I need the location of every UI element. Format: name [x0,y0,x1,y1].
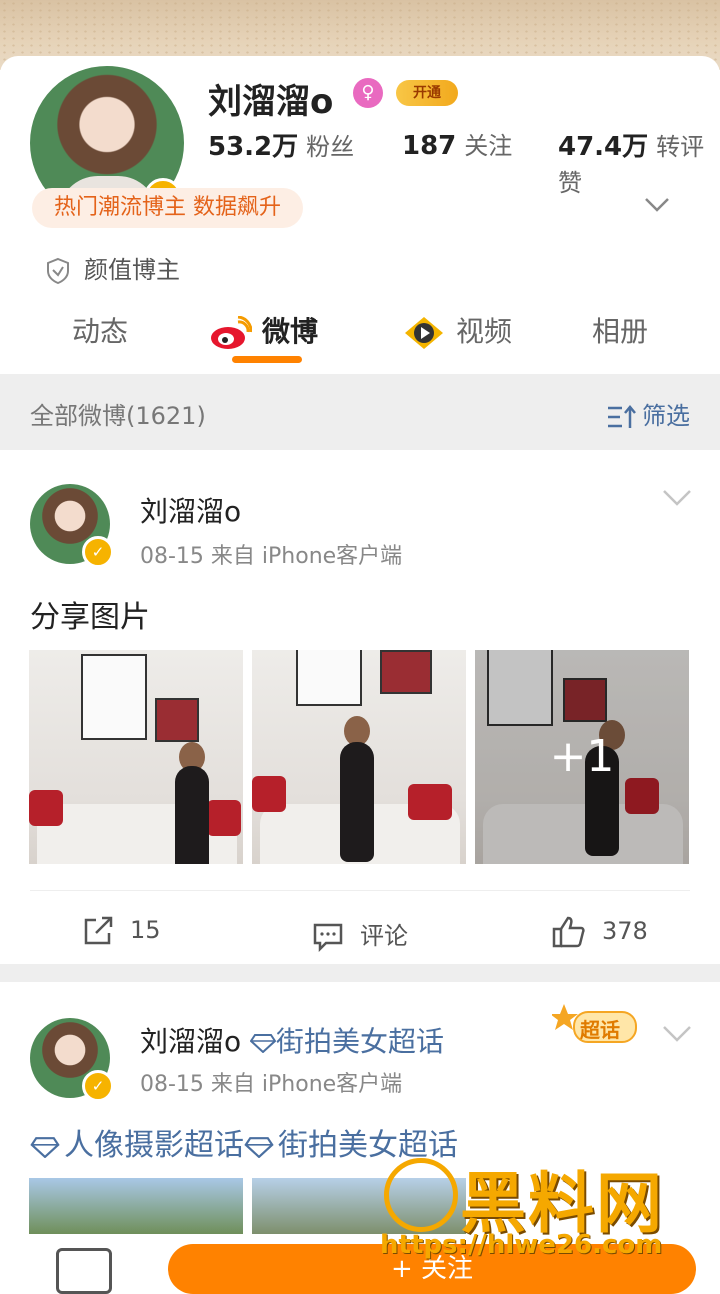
topic-link[interactable]: 人像摄影超话 [30,1128,244,1163]
post-topics: 人像摄影超话 街拍美女超话 [30,1120,458,1164]
followers-stat[interactable]: 53.2万 粉丝 [208,126,354,163]
active-tab-indicator [232,356,302,363]
vip-open-badge[interactable]: 开通 [396,80,458,106]
thumbs-up-icon [552,916,585,948]
repost-count: 15 [130,916,161,944]
likes-stat[interactable]: 47.4万 转评赞 [558,126,720,198]
filter-label: 筛选 [642,402,690,430]
category-tag-label: 颜值博主 [84,256,180,284]
post-author-line: 刘溜溜o 街拍美女超话 [140,1020,444,1060]
tab-video[interactable]: 视频 [404,310,512,350]
topic-link[interactable]: 街拍美女超话 [244,1128,458,1163]
tab-dynamics[interactable]: 动态 [72,310,128,350]
filter-icon [608,405,636,428]
tab-weibo-label: 微博 [262,315,319,348]
post-author-name[interactable]: 刘溜溜o [140,1025,241,1058]
hot-blogger-tag[interactable]: 热门潮流博主 数据飙升 [32,188,303,228]
divider [30,890,690,891]
diamond-topic-icon [249,1034,277,1054]
post-more-chevron-icon[interactable] [662,484,692,514]
shield-icon [47,257,69,285]
video-play-icon [405,317,443,349]
profile-tabs: 动态 微博 视频 相册 [0,300,720,372]
female-gender-icon: ♀ [353,78,383,108]
comment-label: 评论 [360,922,408,950]
bottom-action-bar: + 关注 [0,1234,720,1294]
post-image[interactable]: +1 [475,650,689,864]
more-images-count: +1 [475,650,689,864]
post-text: 分享图片 [30,600,150,635]
weibo-logo-icon [211,315,253,349]
share-icon [84,916,113,945]
following-count: 187 [402,131,457,161]
diamond-topic-icon [30,1136,60,1158]
following-label: 关注 [464,132,513,160]
filter-button[interactable]: 筛选 [606,396,690,431]
super-topic-sticker-label: 超话 [580,1018,620,1042]
post-image[interactable] [252,650,466,864]
author-topic-label: 街拍美女超话 [276,1025,445,1058]
profile-name: 刘溜溜o [208,82,334,122]
comment-icon [313,923,343,953]
comment-button[interactable]: 评论 [312,916,408,953]
all-posts-count: 全部微博(1621) [30,402,206,430]
post-card: ✓ 刘溜溜o 街拍美女超话 08-15 来自 iPhone客户端 超话 人像摄影… [0,982,720,1234]
post-card: ✓ 刘溜溜o 08-15 来自 iPhone客户端 分享图片 +1 15 评论 … [0,450,720,962]
post-image[interactable] [29,1178,243,1234]
tab-album[interactable]: 相册 [592,310,648,350]
post-meta: 08-15 来自 iPhone客户端 [140,1072,403,1097]
like-button[interactable]: 378 [552,916,648,948]
followers-count: 53.2万 [208,132,299,162]
post-more-chevron-icon[interactable] [662,1020,692,1050]
post-image[interactable] [29,650,243,864]
message-icon[interactable] [56,1248,112,1294]
verified-badge-icon: ✓ [82,1070,114,1102]
post-meta: 08-15 来自 iPhone客户端 [140,544,403,569]
category-tag[interactable]: 颜值博主 [46,250,180,285]
followers-label: 粉丝 [306,133,355,161]
repost-button[interactable]: 15 [82,916,161,946]
author-topic-link[interactable]: 街拍美女超话 [249,1025,445,1058]
post-actions: 15 评论 378 [0,896,720,966]
post-author-name[interactable]: 刘溜溜o [140,490,241,530]
chevron-down-icon[interactable] [644,190,670,220]
follow-button[interactable]: + 关注 [168,1244,696,1294]
diamond-topic-icon [244,1136,274,1158]
like-count: 378 [602,917,648,945]
tab-video-label: 视频 [456,315,513,348]
likes-count: 47.4万 [558,132,649,162]
verified-badge-icon: ✓ [82,536,114,568]
topic-label: 人像摄影超话 [64,1128,244,1163]
post-separator [0,964,720,982]
following-stat[interactable]: 187 关注 [402,126,512,161]
topic-label: 街拍美女超话 [278,1128,458,1163]
post-image[interactable] [252,1178,466,1234]
filter-bar: 全部微博(1621) 筛选 [0,374,720,450]
tab-weibo[interactable]: 微博 [210,310,318,350]
